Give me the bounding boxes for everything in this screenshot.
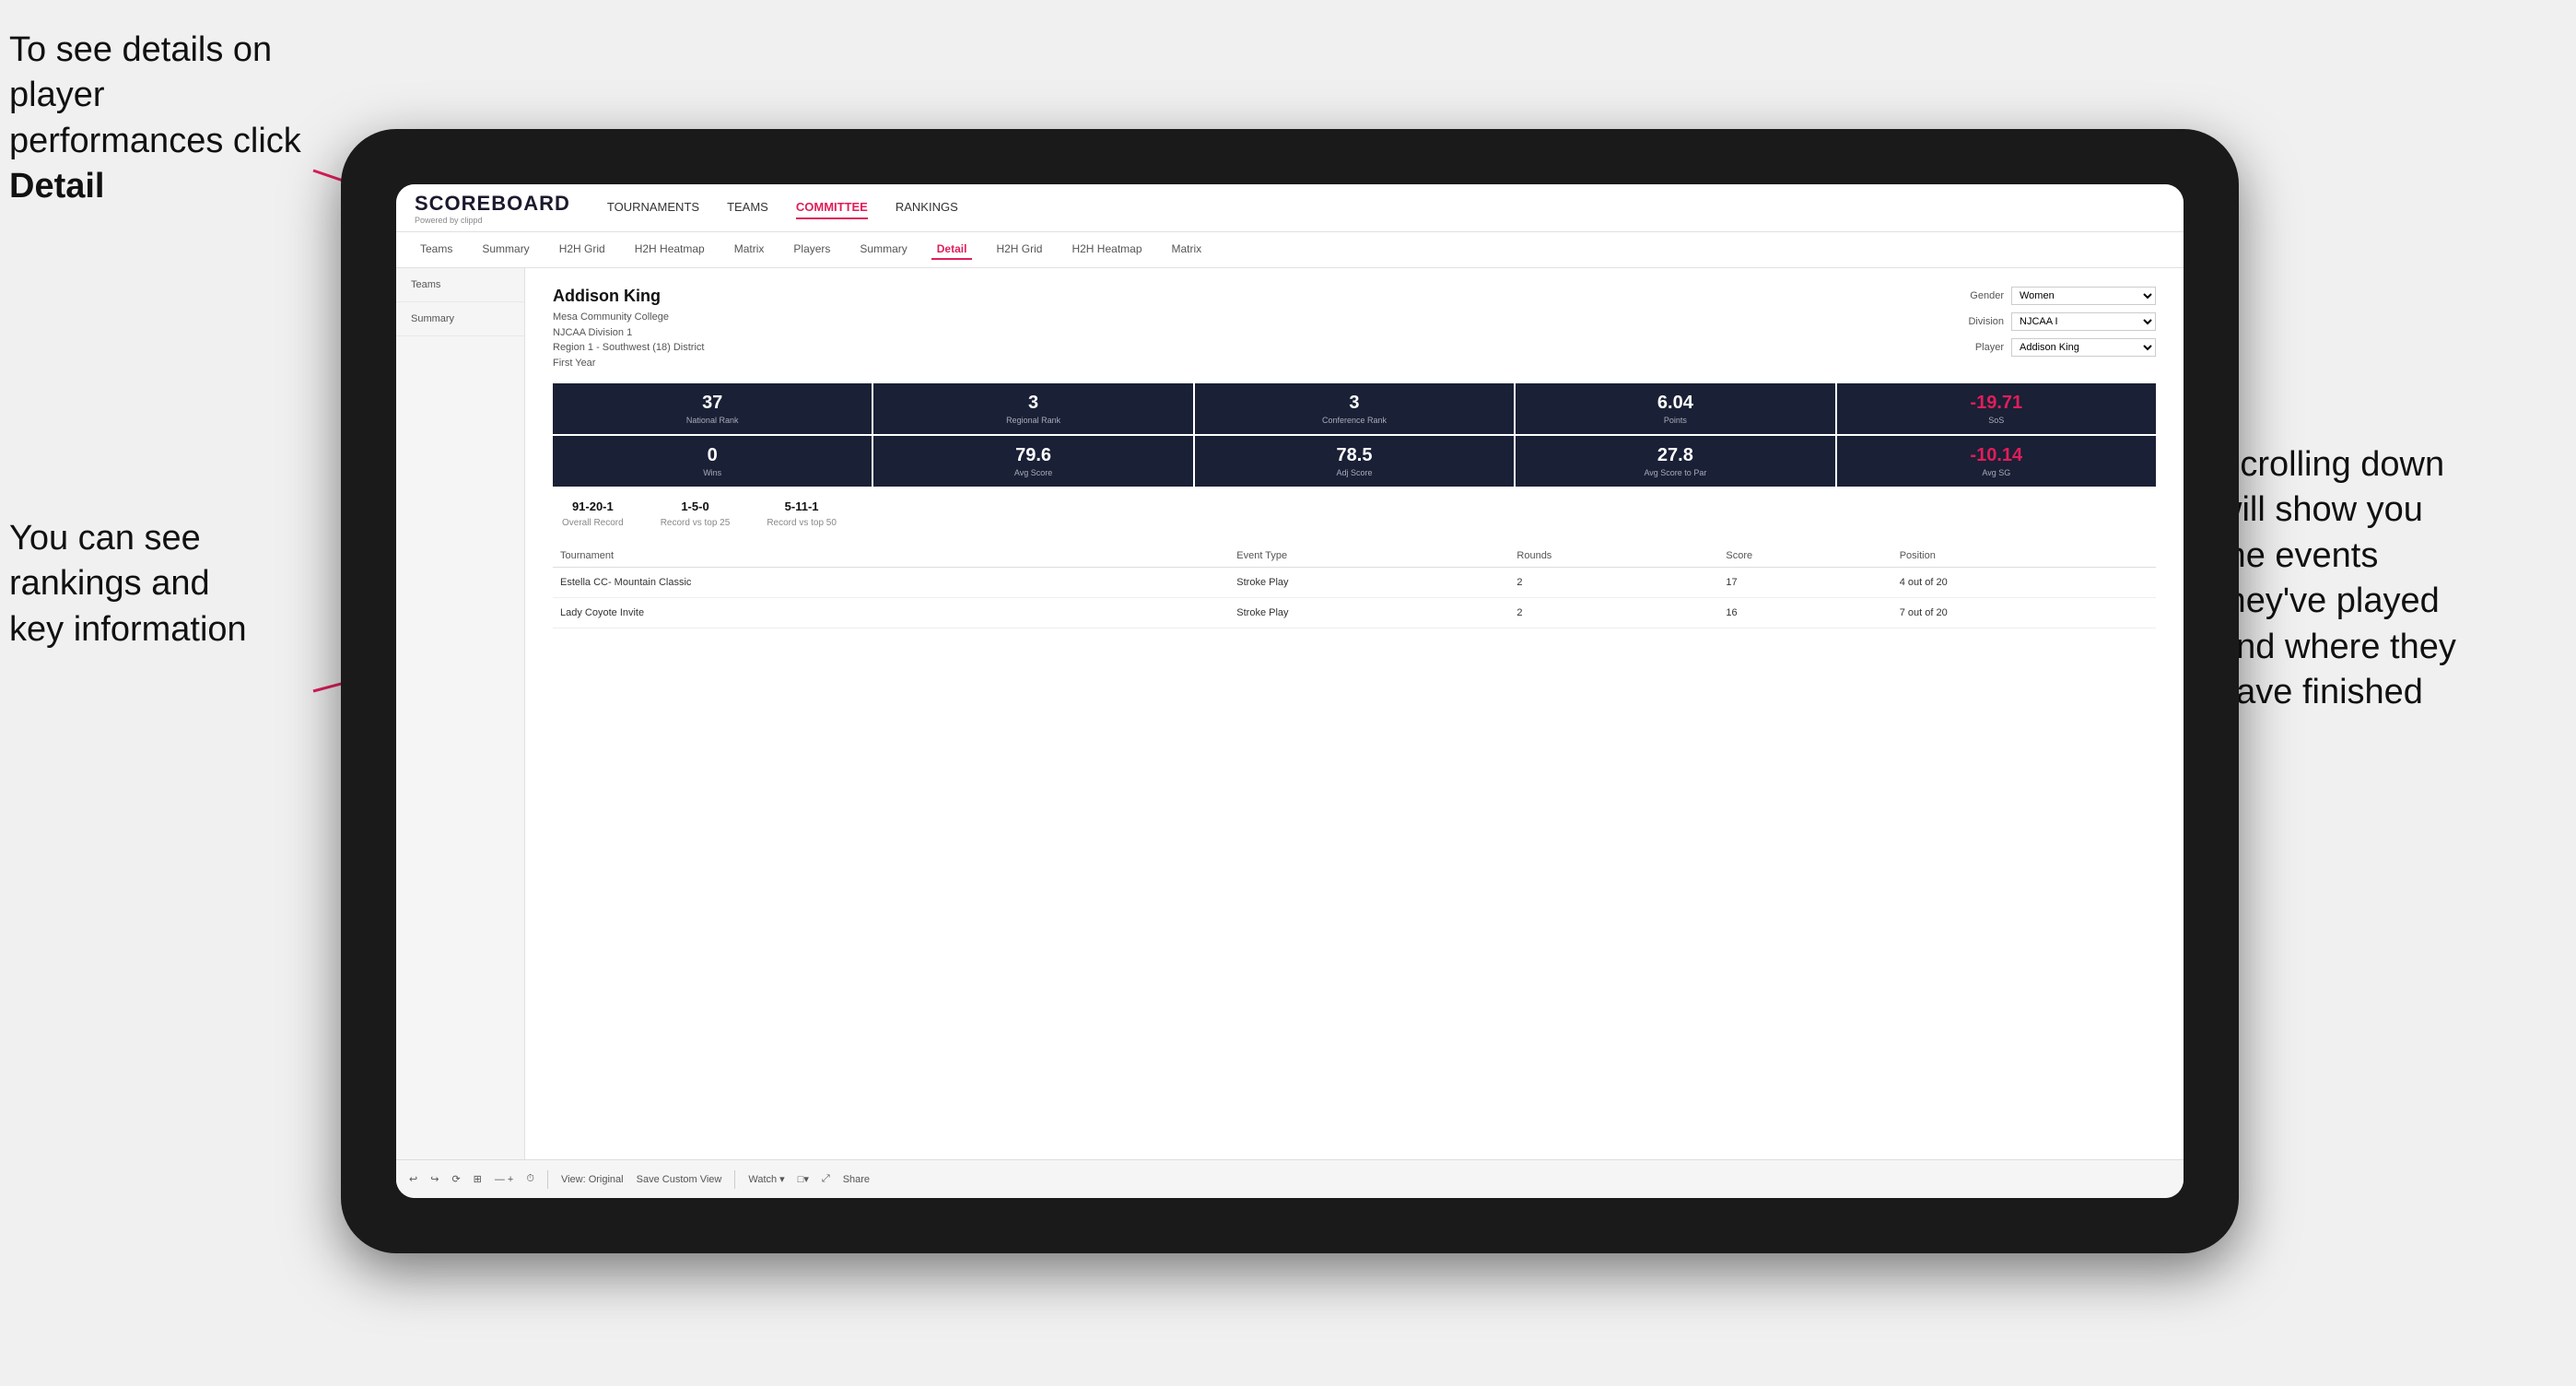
tournament-rounds: 2	[1509, 568, 1718, 598]
tournament-rounds: 2	[1509, 598, 1718, 628]
sub-nav-summary[interactable]: Summary	[476, 240, 534, 260]
nav-teams[interactable]: TEAMS	[727, 196, 768, 219]
tournament-position: 7 out of 20	[1892, 598, 2156, 628]
tournament-event-type: Stroke Play	[1229, 598, 1509, 628]
sub-nav-teams[interactable]: Teams	[415, 240, 458, 260]
redo-btn[interactable]: ↪	[430, 1173, 439, 1185]
app-header: SCOREBOARD Powered by clippd TOURNAMENTS…	[396, 184, 2184, 232]
view-original-btn[interactable]: View: Original	[561, 1174, 624, 1185]
record-row: 91-20-1Overall Record 1-5-0Record vs top …	[553, 499, 2156, 530]
player-info: Addison King Mesa Community College NJCA…	[553, 287, 704, 370]
player-header: Addison King Mesa Community College NJCA…	[553, 287, 2156, 370]
col-score: Score	[1718, 545, 1891, 568]
sub-nav-matrix2[interactable]: Matrix	[1166, 240, 1208, 260]
filter-division: Division NJCAA I	[1953, 312, 2156, 331]
content-area: Addison King Mesa Community College NJCA…	[525, 268, 2184, 1190]
stat-cell: -19.71SoS	[1837, 383, 2156, 434]
col-tournament: Tournament	[553, 545, 1167, 568]
stat-cell: 27.8Avg Score to Par	[1516, 436, 1834, 487]
save-custom-btn[interactable]: Save Custom View	[637, 1174, 722, 1185]
nav-tournaments[interactable]: TOURNAMENTS	[607, 196, 699, 219]
player-select[interactable]: Addison King	[2011, 338, 2156, 357]
sub-nav-matrix[interactable]: Matrix	[729, 240, 770, 260]
logo-text: SCOREBOARD	[415, 192, 570, 216]
stats-grid-2: 0Wins79.6Avg Score78.5Adj Score27.8Avg S…	[553, 436, 2156, 487]
tournament-empty	[1167, 568, 1229, 598]
left-panel: Teams Summary	[396, 268, 525, 1190]
tournament-score: 17	[1718, 568, 1891, 598]
player-year: First Year	[553, 356, 704, 371]
screen-btn[interactable]: □▾	[798, 1173, 809, 1185]
sub-nav-h2h-heatmap2[interactable]: H2H Heatmap	[1066, 240, 1147, 260]
tournament-empty	[1167, 598, 1229, 628]
stats-grid-1: 37National Rank3Regional Rank3Conference…	[553, 383, 2156, 434]
toolbar-divider-1	[547, 1170, 548, 1189]
table-header-row: Tournament Event Type Rounds Score Posit…	[553, 545, 2156, 568]
sub-nav: Teams Summary H2H Grid H2H Heatmap Matri…	[396, 232, 2184, 268]
stat-cell: 0Wins	[553, 436, 872, 487]
col-position: Position	[1892, 545, 2156, 568]
watch-btn[interactable]: Watch ▾	[748, 1173, 784, 1185]
stat-cell: 37National Rank	[553, 383, 872, 434]
refresh-btn[interactable]: ⟳	[451, 1173, 460, 1185]
tournament-score: 16	[1718, 598, 1891, 628]
left-panel-item[interactable]: Teams	[396, 268, 524, 302]
stat-cell: 6.04Points	[1516, 383, 1834, 434]
tournament-position: 4 out of 20	[1892, 568, 2156, 598]
stat-cell: 79.6Avg Score	[873, 436, 1192, 487]
logo-area: SCOREBOARD Powered by clippd	[415, 192, 570, 225]
expand-btn[interactable]: ⤢	[822, 1173, 830, 1185]
player-name: Addison King	[553, 287, 704, 306]
stat-cell: 3Regional Rank	[873, 383, 1192, 434]
tournament-name: Lady Coyote Invite	[553, 598, 1167, 628]
undo-btn[interactable]: ↩	[409, 1173, 417, 1185]
sub-nav-detail[interactable]: Detail	[931, 240, 973, 260]
tournament-name: Estella CC- Mountain Classic	[553, 568, 1167, 598]
col-rounds: Rounds	[1509, 545, 1718, 568]
share-btn[interactable]: Share	[843, 1174, 870, 1185]
player-region: Region 1 - Southwest (18) District	[553, 340, 704, 356]
tournament-table: Tournament Event Type Rounds Score Posit…	[553, 545, 2156, 628]
filter-player: Player Addison King	[1953, 338, 2156, 357]
player-division: NJCAA Division 1	[553, 325, 704, 341]
logo-sub: Powered by clippd	[415, 216, 570, 225]
annotation-top-left: To see details on player performances cl…	[9, 28, 322, 210]
bottom-toolbar: ↩ ↪ ⟳ ⊞ — + ⏱ View: Original Save Custom…	[396, 1159, 2184, 1198]
sub-nav-h2h-grid2[interactable]: H2H Grid	[990, 240, 1048, 260]
stat-cell: 78.5Adj Score	[1195, 436, 1514, 487]
left-panel-item-2[interactable]: Summary	[396, 302, 524, 336]
toolbar-divider-2	[734, 1170, 735, 1189]
division-select[interactable]: NJCAA I	[2011, 312, 2156, 331]
player-college: Mesa Community College	[553, 310, 704, 325]
sub-nav-h2h-heatmap[interactable]: H2H Heatmap	[629, 240, 710, 260]
annotation-right: Scrolling down will show you the events …	[2217, 442, 2567, 715]
zoom-btn[interactable]: — +	[495, 1174, 513, 1185]
main-nav: TOURNAMENTS TEAMS COMMITTEE RANKINGS	[607, 196, 958, 219]
nav-rankings[interactable]: RANKINGS	[896, 196, 958, 219]
tablet-screen: SCOREBOARD Powered by clippd TOURNAMENTS…	[396, 184, 2184, 1198]
sub-nav-players[interactable]: Players	[788, 240, 836, 260]
stat-cell: -10.14Avg SG	[1837, 436, 2156, 487]
table-row[interactable]: Lady Coyote Invite Stroke Play 2 16 7 ou…	[553, 598, 2156, 628]
tournament-event-type: Stroke Play	[1229, 568, 1509, 598]
annotation-bottom-left: You can see rankings and key information	[9, 516, 322, 652]
stat-cell: 3Conference Rank	[1195, 383, 1514, 434]
record-item: 91-20-1Overall Record	[562, 499, 624, 530]
gender-select[interactable]: Women	[2011, 287, 2156, 305]
sub-nav-summary2[interactable]: Summary	[854, 240, 912, 260]
col-event-type: Event Type	[1229, 545, 1509, 568]
col-empty	[1167, 545, 1229, 568]
record-item: 5-11-1Record vs top 50	[767, 499, 837, 530]
sub-nav-h2h-grid[interactable]: H2H Grid	[554, 240, 611, 260]
player-filters: Gender Women Division NJCAA I	[1953, 287, 2156, 370]
main-content: Teams Summary Addison King Mesa Communit…	[396, 268, 2184, 1190]
nav-committee[interactable]: COMMITTEE	[796, 196, 868, 219]
timer-btn[interactable]: ⏱	[526, 1173, 534, 1185]
table-row[interactable]: Estella CC- Mountain Classic Stroke Play…	[553, 568, 2156, 598]
filter-gender: Gender Women	[1953, 287, 2156, 305]
record-item: 1-5-0Record vs top 25	[661, 499, 731, 530]
tablet-frame: SCOREBOARD Powered by clippd TOURNAMENTS…	[341, 129, 2239, 1253]
grid-btn[interactable]: ⊞	[474, 1173, 482, 1185]
